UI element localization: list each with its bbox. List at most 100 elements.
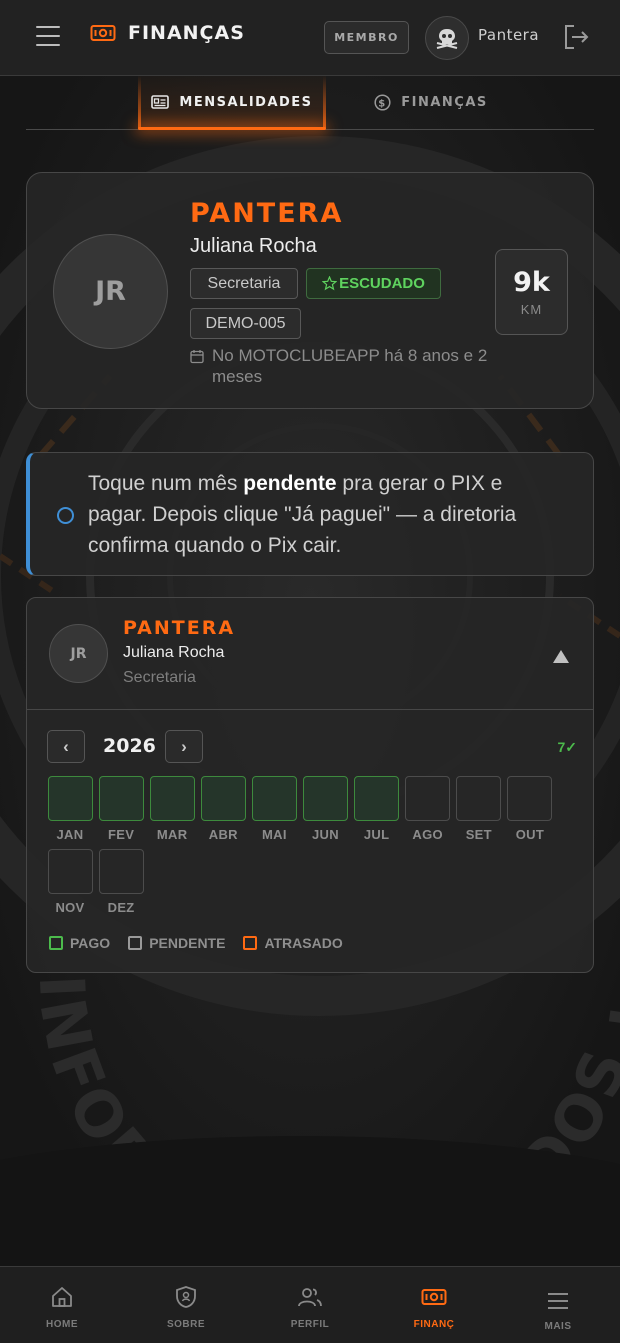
member-role: Secretaria bbox=[123, 669, 196, 686]
page-title: FINANÇAS bbox=[128, 22, 245, 44]
menu-icon-line bbox=[36, 26, 60, 28]
tab-label: FINANÇAS bbox=[401, 94, 488, 110]
nav-mais[interactable]: MAIS bbox=[496, 1267, 620, 1343]
nav-financas[interactable]: FINANÇ bbox=[372, 1267, 496, 1343]
prev-year-button[interactable]: ‹ bbox=[47, 730, 85, 763]
month-label: OUT bbox=[515, 827, 545, 842]
info-icon bbox=[57, 507, 74, 524]
member-payments-card: JR PANTERA Juliana Rocha Secretaria ‹ 20… bbox=[26, 597, 594, 973]
month-cell-jan[interactable]: JAN bbox=[47, 776, 93, 842]
month-status-box[interactable] bbox=[98, 776, 144, 821]
month-cell-nov[interactable]: NOV bbox=[47, 849, 93, 915]
legend-pendente: PENDENTE bbox=[128, 935, 225, 951]
month-label: NOV bbox=[55, 900, 85, 915]
calendar-icon bbox=[190, 350, 204, 364]
info-notice: Toque num mês pendente pra gerar o PIX e… bbox=[26, 452, 594, 576]
money-icon bbox=[90, 25, 116, 41]
member-card-header[interactable]: JR PANTERA Juliana Rocha Secretaria bbox=[27, 598, 593, 710]
month-status-box[interactable] bbox=[405, 776, 451, 821]
month-cell-set[interactable]: SET bbox=[456, 776, 502, 842]
month-cell-ago[interactable]: AGO bbox=[405, 776, 451, 842]
role-badge: Secretaria bbox=[190, 268, 298, 299]
star-icon bbox=[322, 276, 338, 291]
month-label: MAI bbox=[262, 827, 287, 842]
month-status-box[interactable] bbox=[507, 776, 553, 821]
month-label: JUN bbox=[312, 827, 339, 842]
month-label: FEV bbox=[108, 827, 135, 842]
logout-icon bbox=[565, 25, 589, 49]
legend-label: PENDENTE bbox=[149, 935, 226, 951]
menu-icon-line bbox=[36, 44, 60, 46]
month-status-box[interactable] bbox=[98, 849, 144, 894]
month-label: JAN bbox=[56, 827, 84, 842]
month-cell-out[interactable]: OUT bbox=[507, 776, 553, 842]
brand: FINANÇAS bbox=[90, 22, 245, 44]
km-stat: 9k KM bbox=[495, 249, 568, 335]
bottom-navigation: HOME SOBRE PERFIL FINANÇ MAIS bbox=[0, 1266, 620, 1343]
next-year-button[interactable]: › bbox=[165, 730, 203, 763]
month-status-box[interactable] bbox=[251, 776, 297, 821]
nav-perfil[interactable]: PERFIL bbox=[248, 1267, 372, 1343]
member-since-text: No MOTOCLUBEAPP há 8 anos e 2 meses bbox=[212, 346, 488, 386]
month-status-box[interactable] bbox=[47, 849, 93, 894]
tab-bar: MENSALIDADES $ FINANÇAS bbox=[26, 76, 594, 130]
month-cell-fev[interactable]: FEV bbox=[98, 776, 144, 842]
money-icon bbox=[421, 1289, 447, 1305]
month-cell-jun[interactable]: JUN bbox=[303, 776, 349, 842]
home-icon bbox=[52, 1287, 72, 1307]
dollar-icon: $ bbox=[374, 93, 391, 111]
menu-icon-line bbox=[36, 35, 60, 37]
user-name[interactable]: Pantera bbox=[478, 26, 539, 44]
menu-button[interactable] bbox=[36, 26, 60, 48]
month-label: MAR bbox=[156, 827, 188, 842]
legend-swatch bbox=[243, 936, 258, 950]
nav-label: FINANÇ bbox=[413, 1319, 455, 1330]
shield-icon bbox=[176, 1286, 196, 1308]
nav-label: PERFIL bbox=[290, 1319, 330, 1330]
nav-home[interactable]: HOME bbox=[0, 1267, 124, 1343]
month-status-box[interactable] bbox=[354, 776, 400, 821]
legend-label: ATRASADO bbox=[264, 935, 343, 951]
profile-name: Juliana Rocha bbox=[190, 235, 317, 257]
logout-button[interactable] bbox=[563, 24, 590, 55]
menu-icon bbox=[548, 1293, 568, 1309]
month-status-box[interactable] bbox=[47, 776, 93, 821]
nav-label: MAIS bbox=[544, 1321, 572, 1332]
users-icon bbox=[298, 1288, 322, 1307]
member-since: No MOTOCLUBEAPP há 8 anos e 2 meses bbox=[190, 345, 502, 387]
month-label: SET bbox=[465, 827, 492, 842]
member-badge[interactable]: MEMBRO bbox=[324, 21, 409, 54]
month-cell-mai[interactable]: MAI bbox=[251, 776, 297, 842]
month-status-box[interactable] bbox=[303, 776, 348, 821]
month-label: AGO bbox=[412, 827, 443, 842]
km-value: 9k bbox=[513, 267, 550, 298]
tab-financas[interactable]: $ FINANÇAS bbox=[356, 76, 506, 128]
month-status-box[interactable] bbox=[200, 776, 246, 821]
month-status-box[interactable] bbox=[149, 776, 195, 821]
month-status-box[interactable] bbox=[456, 776, 502, 821]
month-cell-dez[interactable]: DEZ bbox=[98, 849, 144, 915]
app-header: FINANÇAS MEMBRO Pantera bbox=[0, 0, 620, 76]
month-label: JUL bbox=[363, 827, 390, 842]
month-cell-abr[interactable]: ABR bbox=[200, 776, 246, 842]
info-text: Toque num mês pendente pra gerar o PIX e… bbox=[88, 468, 558, 561]
nav-sobre[interactable]: SOBRE bbox=[124, 1267, 248, 1343]
user-avatar[interactable] bbox=[425, 16, 469, 60]
month-cell-jul[interactable]: JUL bbox=[354, 776, 400, 842]
year-label: 2026 bbox=[103, 735, 156, 757]
info-text-bold: pendente bbox=[243, 472, 337, 495]
status-label: ESCUDADO bbox=[339, 275, 425, 292]
legend-swatch bbox=[49, 936, 63, 950]
skull-icon bbox=[436, 29, 458, 49]
member-nickname: PANTERA bbox=[123, 617, 236, 639]
tab-mensalidades[interactable]: MENSALIDADES bbox=[138, 76, 326, 130]
month-cell-mar[interactable]: MAR bbox=[149, 776, 195, 842]
tab-label: MENSALIDADES bbox=[179, 94, 313, 110]
legend-atrasado: ATRASADO bbox=[243, 935, 343, 951]
month-label: ABR bbox=[208, 827, 238, 842]
profile-avatar: JR bbox=[53, 234, 168, 349]
nav-label: HOME bbox=[46, 1319, 78, 1330]
collapse-arrow-icon[interactable] bbox=[553, 650, 569, 663]
paid-count: 7✓ bbox=[557, 739, 577, 755]
status-badge: ESCUDADO bbox=[306, 268, 441, 299]
